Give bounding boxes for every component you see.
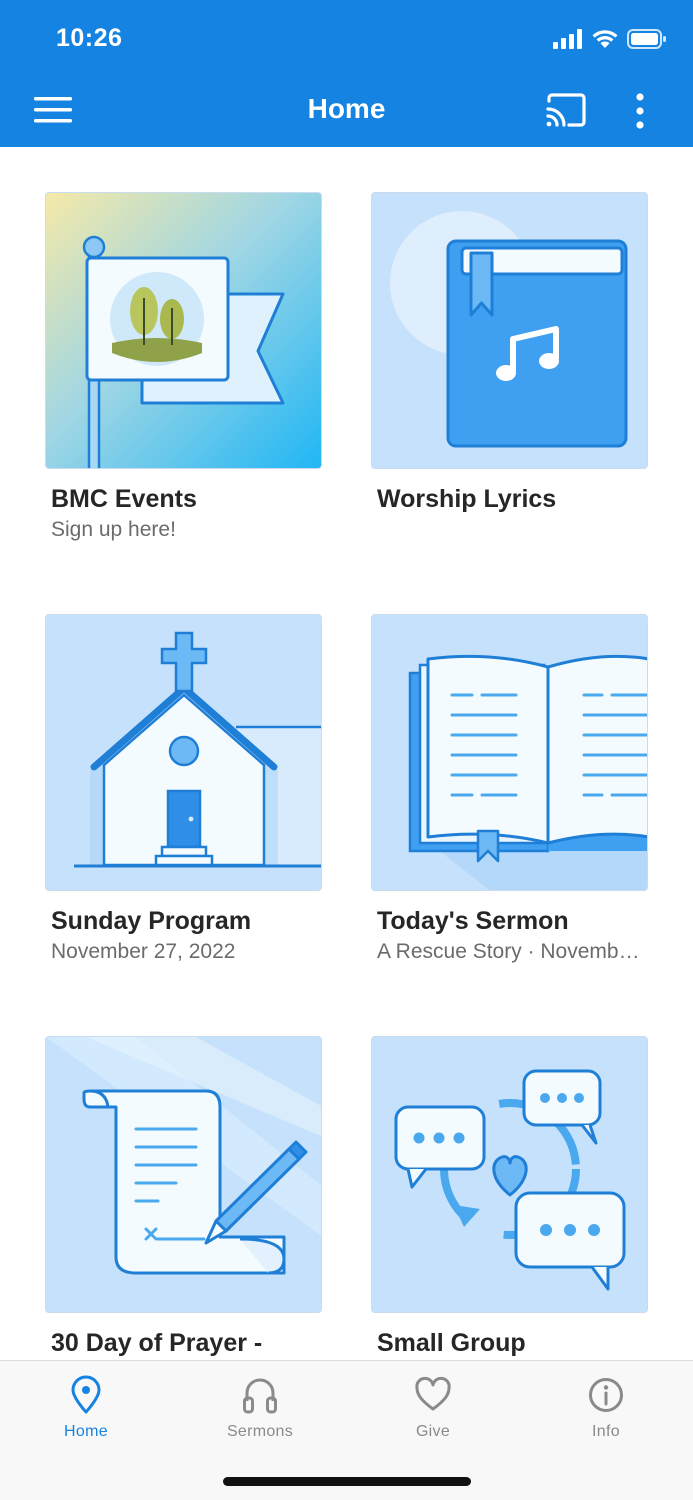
tile-title: Sunday Program (51, 907, 252, 935)
tile-small-group[interactable]: Small Group (371, 1036, 648, 1362)
nav-item-info[interactable]: Info (536, 1375, 676, 1441)
status-icons (553, 28, 667, 50)
tile-todays-sermon[interactable]: Today's Sermon A Rescue Story · November… (371, 614, 648, 964)
nav-label: Info (592, 1423, 620, 1440)
nav-item-home[interactable]: Home (16, 1375, 156, 1441)
wifi-icon (592, 30, 618, 48)
tile-title: Worship Lyrics (377, 485, 557, 513)
cast-icon[interactable] (545, 92, 587, 128)
tile-subtitle: A Rescue Story · November 27, 2022 (377, 940, 642, 963)
headphones-icon (243, 1378, 277, 1414)
home-indicator[interactable] (223, 1477, 471, 1486)
tile-worship-lyrics[interactable]: Worship Lyrics (371, 192, 648, 518)
tile-bmc-events[interactable]: BMC Events Sign up here! (45, 192, 322, 542)
more-vertical-icon[interactable] (630, 92, 650, 130)
heart-icon (415, 1376, 451, 1411)
tile-subtitle: November 27, 2022 (51, 940, 236, 963)
church-illustration (45, 614, 322, 891)
tile-title: Today's Sermon (377, 907, 569, 935)
nav-item-give[interactable]: Give (363, 1375, 503, 1441)
nav-label: Sermons (226, 1423, 294, 1440)
app-screen: 10:26 Home BMC Events Sign up here! Wors… (0, 0, 693, 1500)
events-flag-illustration (45, 192, 322, 469)
status-time: 10:26 (56, 24, 123, 52)
tile-title: Small Group (377, 1329, 526, 1357)
tile-sunday-program[interactable]: Sunday Program November 27, 2022 (45, 614, 322, 964)
location-pin-icon (71, 1375, 101, 1414)
nav-item-sermons[interactable]: Sermons (190, 1375, 330, 1441)
chat-bubbles-illustration (371, 1036, 648, 1313)
tile-title: BMC Events (51, 485, 197, 513)
tile-subtitle: Sign up here! (51, 518, 176, 541)
page-title: Home (307, 93, 386, 124)
battery-icon (627, 29, 666, 49)
tile-30-day-of-prayer[interactable]: 30 Day of Prayer - (45, 1036, 322, 1362)
info-icon (589, 1378, 623, 1412)
app-header: 10:26 Home (0, 0, 693, 147)
music-book-illustration (371, 192, 648, 469)
nav-label: Home (64, 1423, 108, 1440)
open-bible-illustration (371, 614, 648, 891)
tile-title: 30 Day of Prayer - (51, 1329, 263, 1357)
scroll-pencil-illustration (45, 1036, 322, 1313)
cellular-signal-icon (553, 29, 582, 49)
nav-label: Give (415, 1423, 451, 1440)
